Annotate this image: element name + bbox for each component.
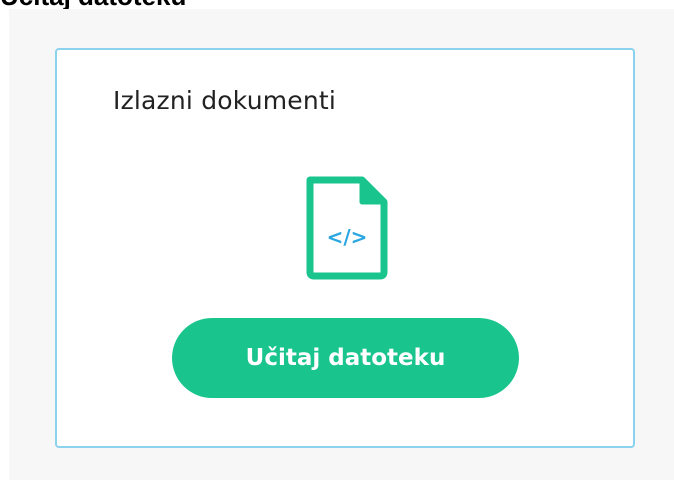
card-title: Izlazni dokumenti [113, 86, 337, 115]
code-file-icon: </> [306, 176, 388, 280]
upload-file-button[interactable]: Učitaj datoteku [172, 318, 519, 398]
svg-text:</>: </> [327, 225, 368, 249]
